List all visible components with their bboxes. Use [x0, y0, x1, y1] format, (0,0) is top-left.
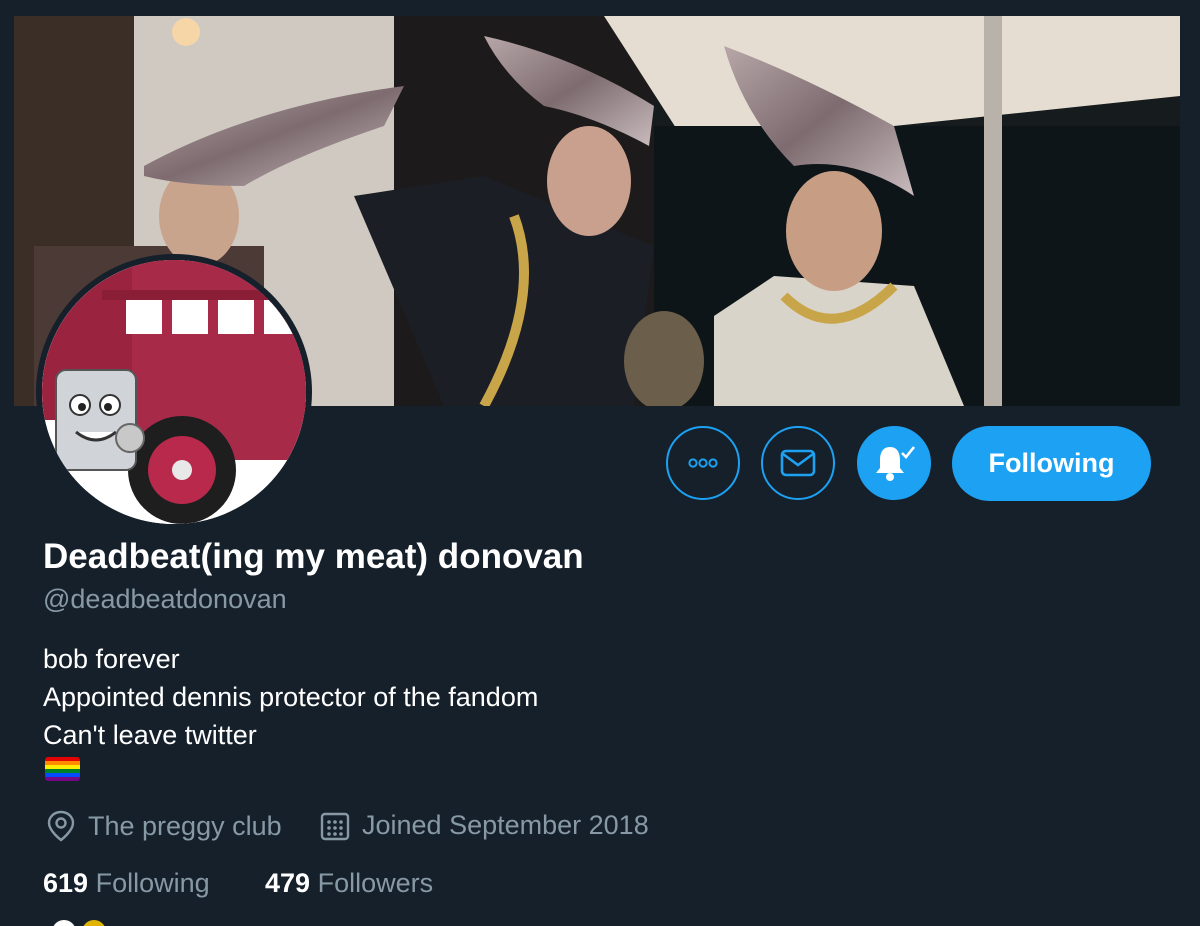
- message-button[interactable]: [761, 426, 835, 500]
- user-handle: @deadbeatdonovan: [43, 584, 287, 614]
- followed-by-avatars: [53, 920, 105, 926]
- joined-text: Joined September 2018: [362, 810, 649, 840]
- more-options-button[interactable]: [666, 426, 740, 500]
- following-count: 619: [43, 868, 89, 898]
- location-pin-icon: [47, 810, 75, 842]
- bio-line: bob forever: [43, 644, 180, 674]
- location-text: The preggy club: [88, 810, 282, 841]
- following-button[interactable]: Following: [952, 426, 1151, 501]
- top-strip: [0, 0, 1200, 16]
- rainbow-flag-icon: [45, 757, 80, 781]
- bio-line: Appointed dennis protector of the fandom: [43, 682, 539, 712]
- calendar-icon: [320, 812, 350, 840]
- followers-count: 479: [265, 868, 311, 898]
- followers-count-link[interactable]: 479 Followers: [265, 868, 433, 899]
- bell-check-icon: [876, 446, 916, 481]
- followers-label: Followers: [317, 868, 434, 898]
- profile-page: Following Deadbeat(ing my meat) donovan …: [0, 0, 1200, 926]
- avatar[interactable]: [42, 260, 306, 524]
- following-count-link[interactable]: 619 Following: [43, 868, 210, 899]
- bio-line: Can't leave twitter: [43, 720, 257, 750]
- profile-joined-date: Joined September 2018: [320, 810, 649, 841]
- display-name: Deadbeat(ing my meat) donovan: [43, 537, 584, 576]
- profile-location: The preggy club: [46, 810, 282, 842]
- envelope-icon: [780, 449, 816, 477]
- following-label: Following: [95, 868, 210, 898]
- bio: bob forever Appointed dennis protector o…: [43, 640, 538, 754]
- more-dots-icon: [688, 458, 718, 468]
- avatar-bus-image: [42, 260, 306, 524]
- notifications-button[interactable]: [857, 426, 931, 500]
